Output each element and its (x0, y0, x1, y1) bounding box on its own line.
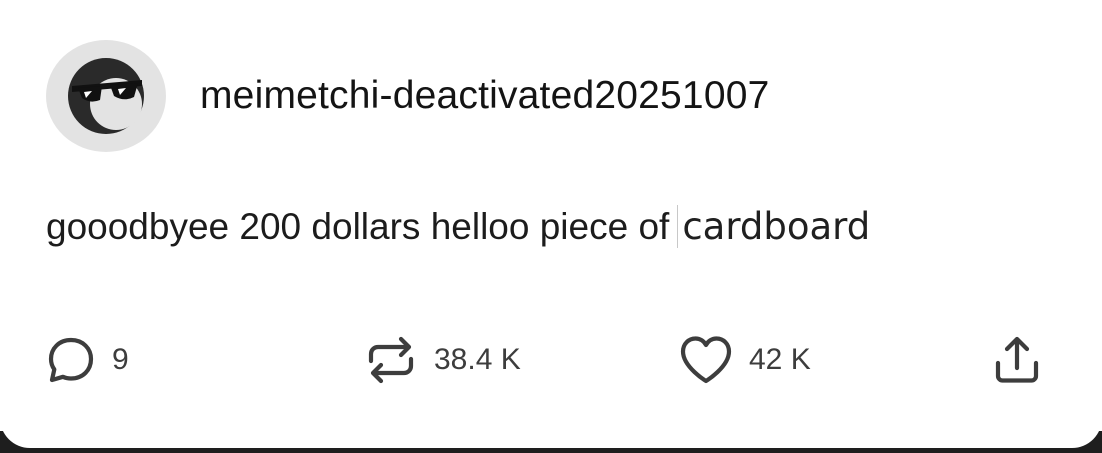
action-bar: 9 38.4 K 42 K (0, 330, 1102, 390)
reply-button[interactable]: 9 (44, 330, 129, 390)
share-button[interactable] (990, 330, 1044, 390)
comment-icon (48, 337, 94, 383)
post-card: meimetchi-deactivated20251007 gooodbyee … (0, 0, 1102, 448)
like-count: 42 K (749, 343, 811, 376)
username[interactable]: meimetchi-deactivated20251007 (200, 74, 770, 118)
reblog-icon (368, 336, 414, 384)
post-screenshot: meimetchi-deactivated20251007 gooodbyee … (0, 0, 1102, 453)
post-body: gooodbyee 200 dollars helloo piece of ca… (46, 205, 870, 248)
post-text-tail: cardboard (677, 205, 870, 248)
post-header: meimetchi-deactivated20251007 (46, 40, 770, 152)
reblog-button[interactable]: 38.4 K (362, 330, 521, 390)
post-text-main: gooodbyee 200 dollars helloo piece of (46, 206, 670, 247)
like-button[interactable]: 42 K (677, 330, 811, 390)
reblog-count: 38.4 K (434, 343, 521, 376)
share-icon (995, 336, 1039, 383)
reply-count: 9 (112, 343, 129, 376)
sunglasses-avatar-icon (68, 58, 144, 134)
heart-icon (680, 336, 732, 384)
avatar[interactable] (46, 40, 166, 152)
